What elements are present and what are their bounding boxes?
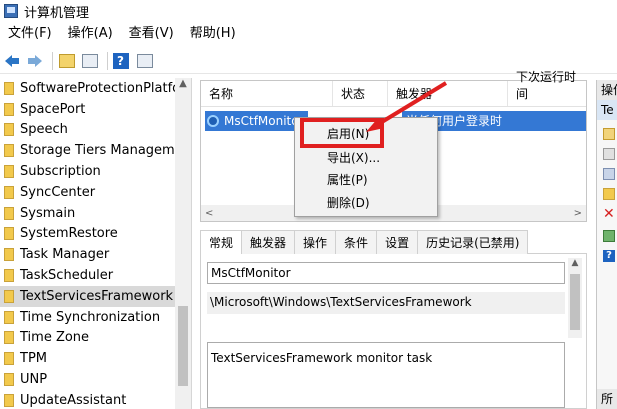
help-icon[interactable]: ? bbox=[603, 250, 615, 262]
actions-task-section[interactable]: Te bbox=[597, 100, 617, 120]
run-icon[interactable] bbox=[603, 128, 615, 140]
delete-icon[interactable]: ✕ bbox=[603, 206, 617, 222]
actions-selected-section[interactable]: 所 bbox=[597, 389, 617, 409]
properties-icon[interactable] bbox=[603, 188, 615, 200]
export-icon[interactable] bbox=[603, 168, 615, 180]
actions-pane: 操作 Te ✕ ? 所 bbox=[596, 80, 617, 409]
actions-header: 操作 bbox=[597, 80, 617, 100]
annotation-arrow-icon bbox=[366, 81, 448, 132]
refresh-icon[interactable] bbox=[603, 230, 615, 242]
end-icon[interactable] bbox=[603, 148, 615, 160]
